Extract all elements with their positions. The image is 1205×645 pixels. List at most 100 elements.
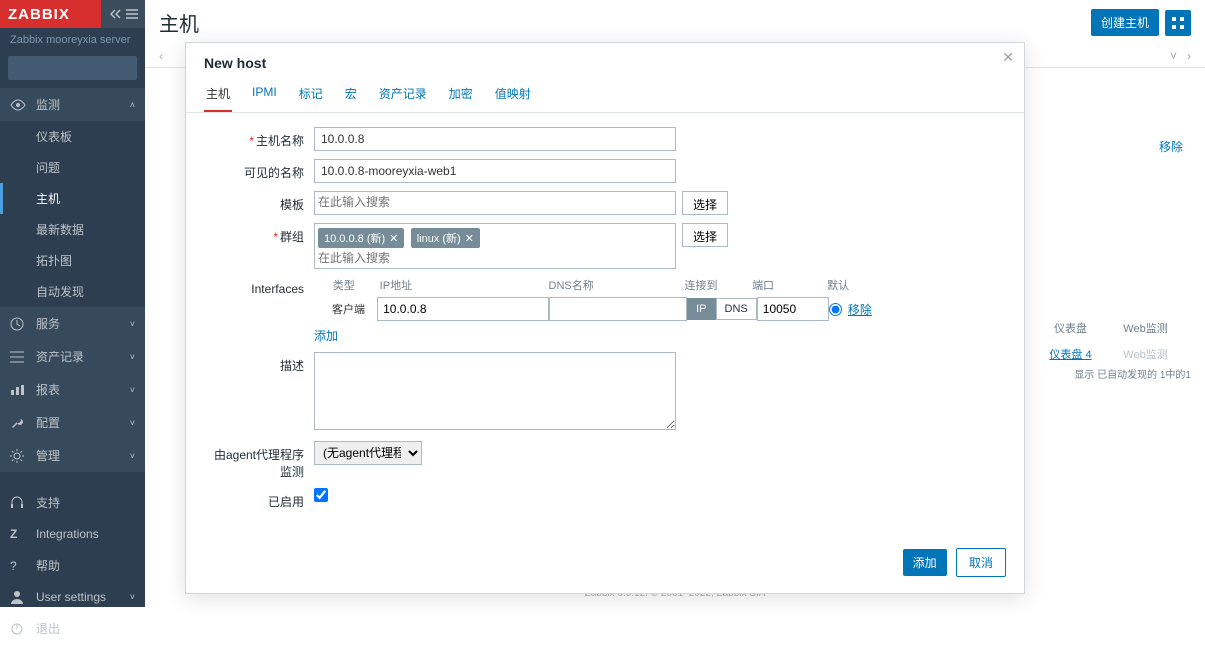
iface-default-radio[interactable] xyxy=(829,303,842,316)
nav-label: 管理 xyxy=(36,447,60,464)
nav-section-monitor: 监测 ˄ 仪表板 问题 主机 最新数据 拓扑图 自动发现 xyxy=(0,88,145,307)
eye-icon xyxy=(10,99,28,111)
brand-logo: ZABBIX xyxy=(8,6,70,23)
nav-header-inventory[interactable]: 资产记录 ˅ xyxy=(0,340,145,373)
description-textarea[interactable] xyxy=(314,352,676,430)
chevron-down-icon: ˅ xyxy=(130,319,135,329)
nav-item-problems[interactable]: 问题 xyxy=(0,152,145,183)
label-visible-name: 可见的名称 xyxy=(204,159,314,181)
nav-item-latest[interactable]: 最新数据 xyxy=(0,214,145,245)
filter-next[interactable]: › xyxy=(1187,49,1191,63)
filter-prev[interactable]: ‹ xyxy=(159,49,163,63)
modal-body: *主机名称 可见的名称 模板 选择 *群组 10.0.0.8 (新)✕ linu… xyxy=(186,113,1024,538)
tab-encryption[interactable]: 加密 xyxy=(447,77,475,112)
templates-search[interactable] xyxy=(318,195,418,209)
add-interface-link[interactable]: 添加 xyxy=(314,329,338,343)
label-interfaces: Interfaces xyxy=(204,277,314,296)
nav-label: 配置 xyxy=(36,414,60,431)
tab-valuemap[interactable]: 值映射 xyxy=(493,77,533,112)
groups-multiselect[interactable]: 10.0.0.8 (新)✕ linux (新)✕ xyxy=(314,223,676,269)
filter-expand[interactable]: ˅ xyxy=(1170,49,1177,63)
nav-header-config[interactable]: 配置 ˅ xyxy=(0,406,145,439)
question-icon: ? xyxy=(10,559,28,573)
nav-logout[interactable]: 退出 xyxy=(0,612,145,645)
bg-remove-link[interactable]: 移除 xyxy=(1159,138,1183,155)
nav-label: 资产记录 xyxy=(36,348,84,365)
connect-toggle: IP DNS xyxy=(687,298,757,320)
expand-icon xyxy=(1171,16,1185,30)
modal-add-button[interactable]: 添加 xyxy=(903,549,947,576)
tab-inventory[interactable]: 资产记录 xyxy=(377,77,429,112)
tab-ipmi[interactable]: IPMI xyxy=(250,77,279,112)
tab-host[interactable]: 主机 xyxy=(204,77,232,112)
wrench-icon xyxy=(10,416,28,430)
clock-icon xyxy=(10,317,28,331)
iface-ip-input[interactable] xyxy=(377,297,549,321)
label-groups: *群组 xyxy=(204,223,314,245)
connect-ip[interactable]: IP xyxy=(687,298,715,320)
z-icon: Z xyxy=(10,527,28,541)
nav-item-discovery[interactable]: 自动发现 xyxy=(0,276,145,307)
close-icon[interactable]: ✕ xyxy=(465,233,474,245)
interface-row: 客户端 IP DNS 移除 xyxy=(314,297,874,321)
sidebar-collapse-button[interactable] xyxy=(101,0,145,28)
groups-select-button[interactable]: 选择 xyxy=(682,223,728,247)
iface-remove-link[interactable]: 移除 xyxy=(848,301,872,318)
nav-integrations[interactable]: Z Integrations xyxy=(0,519,145,549)
groups-search[interactable] xyxy=(318,251,418,265)
user-icon xyxy=(10,590,28,604)
list-icon xyxy=(10,351,28,363)
label-host-name: *主机名称 xyxy=(204,127,314,149)
iface-dns-input[interactable] xyxy=(549,297,687,321)
chevron-down-icon: ˅ xyxy=(130,385,135,395)
nav-help[interactable]: ? 帮助 xyxy=(0,549,145,582)
nav-label: User settings xyxy=(36,590,106,604)
nav-user-settings[interactable]: User settings ˅ xyxy=(0,582,145,612)
group-tag[interactable]: 10.0.0.8 (新)✕ xyxy=(318,228,404,248)
iface-port-input[interactable] xyxy=(757,297,829,321)
nav-item-hosts[interactable]: 主机 xyxy=(0,183,145,214)
web-disabled: Web监测 xyxy=(1108,340,1183,368)
connect-dns[interactable]: DNS xyxy=(716,298,757,320)
power-icon xyxy=(10,622,28,636)
server-name: Zabbix mooreyxia server xyxy=(0,28,145,52)
chevron-down-icon: ˅ xyxy=(130,352,135,362)
nav-header-reports[interactable]: 报表 ˅ xyxy=(0,373,145,406)
search-box[interactable] xyxy=(8,56,137,80)
page-title: 主机 xyxy=(159,8,1091,37)
chart-icon xyxy=(10,384,28,396)
visible-name-input[interactable] xyxy=(314,159,676,183)
label-proxy: 由agent代理程序监测 xyxy=(204,441,314,480)
label-description: 描述 xyxy=(204,352,314,374)
modal-cancel-button[interactable]: 取消 xyxy=(956,548,1006,577)
proxy-select[interactable]: (无agent代理程序) xyxy=(314,441,422,465)
label-templates: 模板 xyxy=(204,191,314,213)
modal-close-button[interactable]: ✕ xyxy=(1002,49,1014,66)
nav-header-services[interactable]: 服务 ˅ xyxy=(0,307,145,340)
templates-multiselect[interactable] xyxy=(314,191,676,215)
dashboard-link[interactable]: 仪表盘 4 xyxy=(1049,349,1091,361)
nav-label: 帮助 xyxy=(36,557,60,574)
kiosk-button[interactable] xyxy=(1165,10,1191,36)
group-tag[interactable]: linux (新)✕ xyxy=(411,228,480,248)
tab-macros[interactable]: 宏 xyxy=(343,77,359,112)
templates-select-button[interactable]: 选择 xyxy=(682,191,728,215)
new-host-modal: New host ✕ 主机 IPMI 标记 宏 资产记录 加密 值映射 *主机名… xyxy=(185,42,1025,594)
host-name-input[interactable] xyxy=(314,127,676,151)
col-web: Web监测 xyxy=(1108,316,1183,340)
enabled-checkbox[interactable] xyxy=(314,488,328,502)
nav-header-admin[interactable]: 管理 ˅ xyxy=(0,439,145,472)
nav-support[interactable]: 支持 xyxy=(0,486,145,519)
tab-tags[interactable]: 标记 xyxy=(297,77,325,112)
nav-item-maps[interactable]: 拓扑图 xyxy=(0,245,145,276)
nav-header-monitor[interactable]: 监测 ˄ xyxy=(0,88,145,121)
col-dashboard: 仪表盘 xyxy=(1033,316,1108,340)
modal-tabs: 主机 IPMI 标记 宏 资产记录 加密 值映射 xyxy=(186,77,1024,113)
close-icon[interactable]: ✕ xyxy=(389,233,398,245)
nav-item-dashboard[interactable]: 仪表板 xyxy=(0,121,145,152)
result-count: 显示 已自动发现的 1中的1 xyxy=(1074,366,1191,381)
create-host-button[interactable]: 创建主机 xyxy=(1091,9,1159,36)
nav-label: 支持 xyxy=(36,494,60,511)
nav-label: 报表 xyxy=(36,381,60,398)
chevron-down-icon: ˅ xyxy=(130,451,135,461)
